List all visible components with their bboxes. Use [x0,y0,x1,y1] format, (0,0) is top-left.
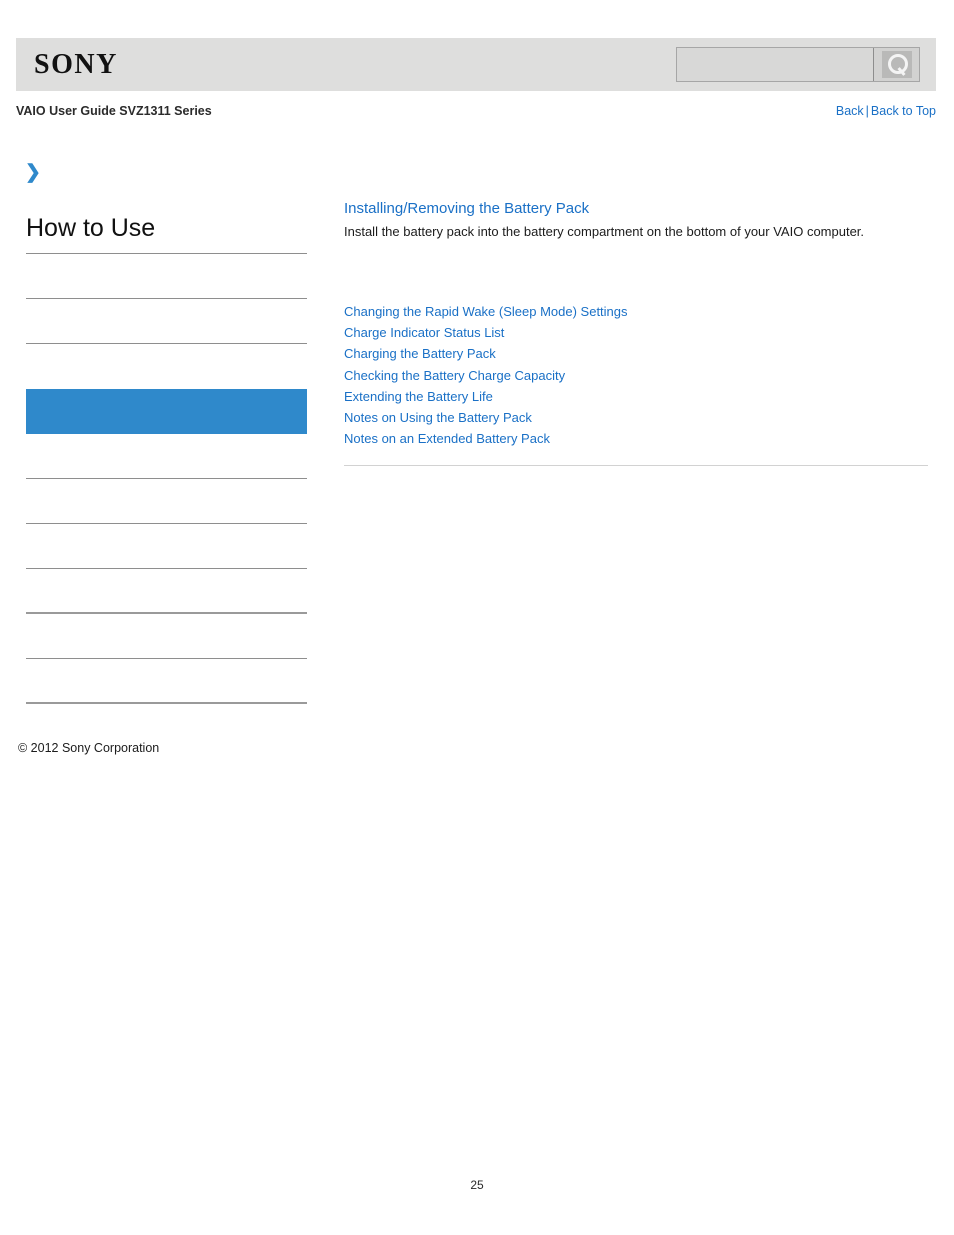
back-to-top-link[interactable]: Back to Top [871,104,936,118]
related-topics-list: Changing the Rapid Wake (Sleep Mode) Set… [344,301,928,449]
list-item: Checking the Battery Charge Capacity [344,365,928,386]
breadcrumb: VAIO User Guide SVZ1311 Series Back | Back… [16,102,936,120]
topic-link[interactable]: Notes on Using the Battery Pack [344,410,532,425]
link-separator: | [865,104,869,118]
sidebar: How to Use [26,214,307,704]
list-item: Charging the Battery Pack [344,343,928,364]
nav-links: Back | Back to Top [836,104,936,118]
sidebar-item-2[interactable] [26,299,307,344]
list-item: Notes on an Extended Battery Pack [344,428,928,449]
search-input[interactable] [677,48,873,81]
sidebar-item-9[interactable] [26,614,307,659]
back-link[interactable]: Back [836,104,864,118]
sony-logo: SONY [34,48,118,80]
main-content: Installing/Removing the Battery Pack Ins… [344,199,928,466]
sidebar-item-10[interactable] [26,659,307,704]
list-item: Charge Indicator Status List [344,322,928,343]
page-description: Install the battery pack into the batter… [344,224,865,240]
sidebar-item-1[interactable] [26,254,307,299]
sidebar-item-selected[interactable] [26,388,307,434]
topic-link[interactable]: Checking the Battery Charge Capacity [344,368,565,383]
content-divider [344,465,928,466]
list-item: Extending the Battery Life [344,386,928,407]
list-item: Notes on Using the Battery Pack [344,407,928,428]
topic-link[interactable]: Charge Indicator Status List [344,325,504,340]
search-button[interactable] [873,48,919,81]
page-title: Installing/Removing the Battery Pack [344,200,590,217]
sidebar-item-3[interactable] [26,344,307,389]
topic-link[interactable]: Charging the Battery Pack [344,346,496,361]
list-item: Changing the Rapid Wake (Sleep Mode) Set… [344,301,928,322]
copyright-notice: © 2012 Sony Corporation [18,741,160,755]
sidebar-item-8[interactable] [26,569,307,614]
topic-link[interactable]: Extending the Battery Life [344,389,493,404]
page-number: 25 [470,1178,484,1192]
topic-link[interactable]: Notes on an Extended Battery Pack [344,431,550,446]
search-icon [881,51,912,78]
guide-title: VAIO User Guide SVZ1311 Series [16,104,212,118]
topic-link[interactable]: Changing the Rapid Wake (Sleep Mode) Set… [344,304,628,319]
sidebar-item-5[interactable] [26,434,307,479]
search-bar [676,47,920,82]
chevron-right-icon[interactable]: ❯ [25,163,45,183]
sidebar-title: How to Use [26,214,307,254]
sidebar-item-7[interactable] [26,524,307,569]
sidebar-item-6[interactable] [26,479,307,524]
site-header: SONY [16,38,936,91]
